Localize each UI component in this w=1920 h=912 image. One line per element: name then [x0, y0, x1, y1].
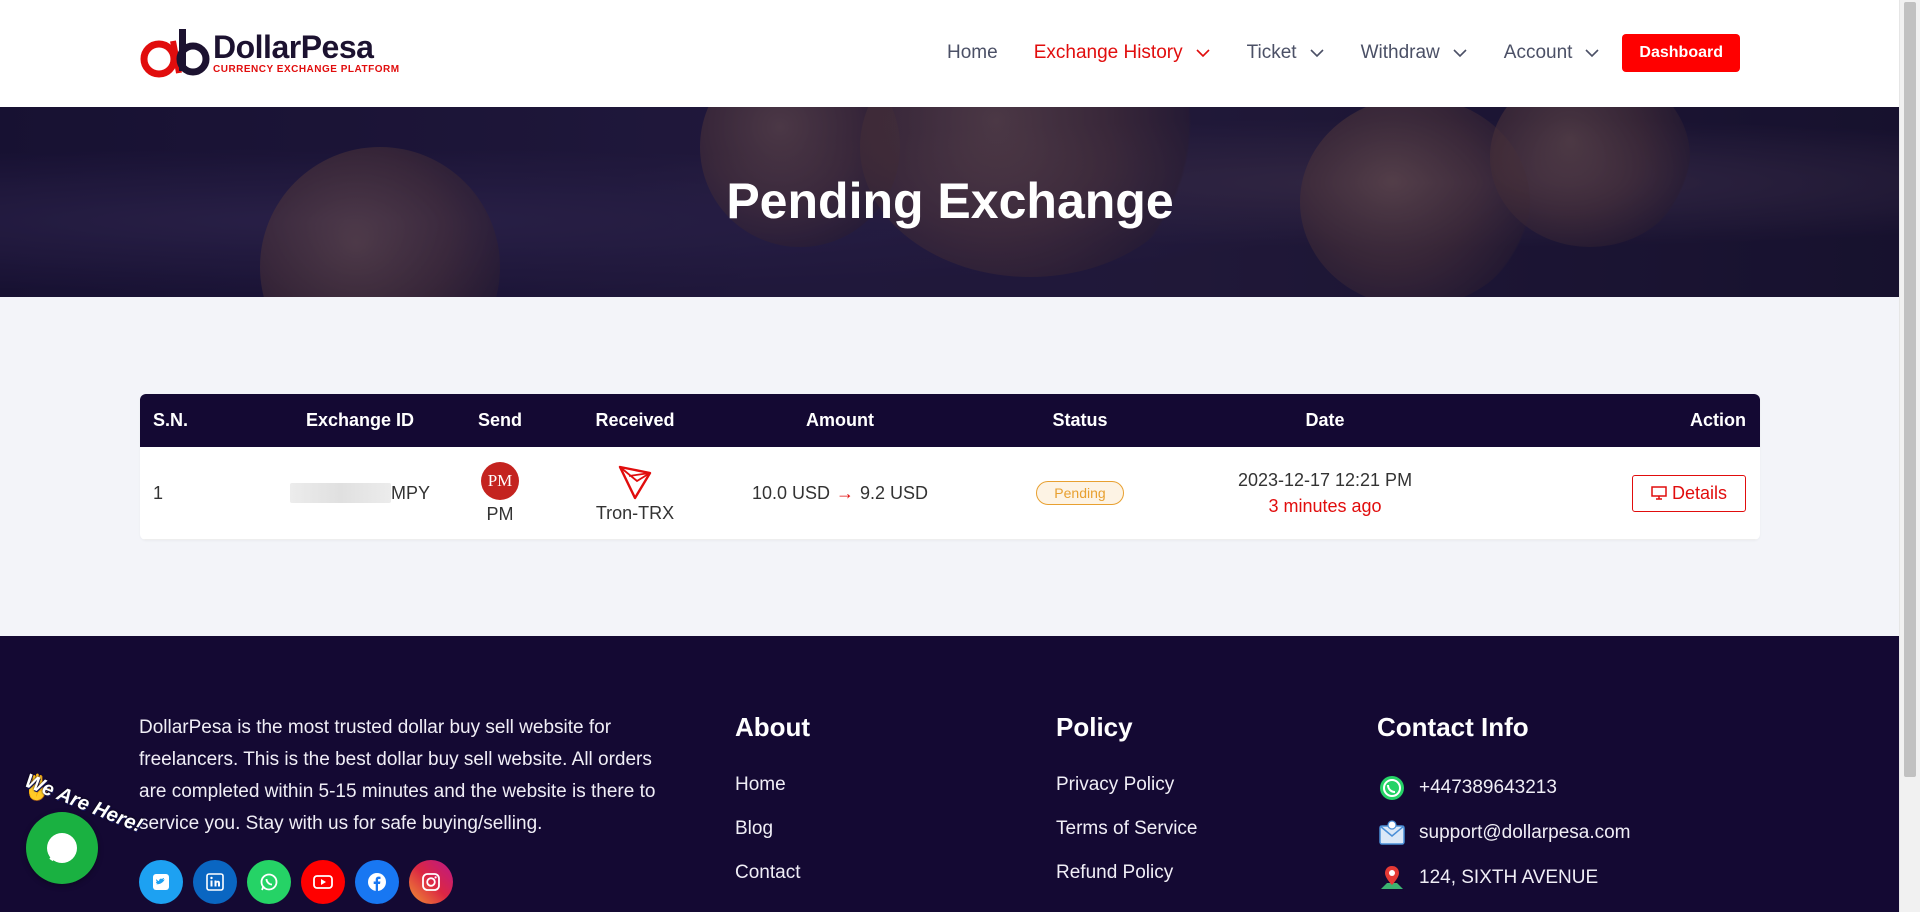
- perfect-money-icon: PM: [481, 461, 519, 500]
- social-links: [139, 860, 463, 904]
- table-row: 1 MPY PM PM Tron-TRX 10.0 USD → 9.2 USD: [140, 447, 1760, 540]
- send-name: PM: [486, 503, 514, 524]
- exchange-id: MPY: [290, 483, 430, 504]
- nav-item-label: Account: [1503, 42, 1573, 63]
- nav-item-ticket[interactable]: Ticket: [1247, 42, 1325, 64]
- column-header: Send: [477, 410, 522, 430]
- dashboard-button[interactable]: Dashboard: [1622, 34, 1740, 72]
- nav-item-withdraw[interactable]: Withdraw: [1361, 42, 1468, 64]
- contact-address-value: 124, SIXTH AVENUE: [1419, 867, 1599, 888]
- column-header: Status: [1052, 410, 1108, 430]
- column-header: Action: [1690, 410, 1746, 430]
- date-cell: 2023-12-17 12:21 PM 3 minutes ago: [1180, 470, 1470, 517]
- nav-item-label: Home: [947, 42, 998, 63]
- redacted-id: [290, 483, 391, 503]
- nav-item-label: Exchange History: [1033, 42, 1183, 63]
- twitter-icon[interactable]: [139, 860, 183, 904]
- amount-send: 10.0 USD: [751, 482, 830, 503]
- chat-bubble-icon: [47, 833, 77, 863]
- contact-email-value: support@dollarpesa.com: [1419, 822, 1631, 843]
- youtube-icon[interactable]: [301, 860, 345, 904]
- exchange-table: S.N. Exchange ID Send Received Amount St…: [140, 394, 1760, 540]
- page-title: Pending Exchange: [726, 173, 1174, 229]
- column-header: Exchange ID: [305, 410, 415, 430]
- column-header: S.N.: [153, 410, 189, 430]
- received-name: Tron-TRX: [595, 502, 675, 523]
- contact-phone-value: +447389643213: [1419, 777, 1557, 798]
- scrollbar-thumb[interactable]: [1904, 2, 1916, 777]
- chevron-down-icon: [1310, 49, 1324, 58]
- monitor-icon: [1651, 486, 1667, 500]
- footer-description: DollarPesa is the most trusted dollar bu…: [139, 717, 656, 834]
- contact-email[interactable]: support@dollarpesa.com: [1377, 818, 1631, 848]
- exchange-id-suffix: MPY: [390, 482, 430, 503]
- instagram-icon[interactable]: [409, 860, 453, 904]
- chat-widget-button[interactable]: [26, 812, 98, 884]
- row-sn: 1: [153, 482, 164, 503]
- whatsapp-icon: [1377, 773, 1407, 803]
- logo-mark-icon: [139, 27, 211, 79]
- mail-icon: [1377, 818, 1407, 848]
- arrow-right-icon: →: [836, 482, 854, 503]
- footer-contact: Contact Info +447389643213 support@dolla…: [1377, 712, 1631, 908]
- main-nav: Home Exchange History Ticket Withdraw Ac…: [911, 34, 1740, 72]
- contact-phone[interactable]: +447389643213: [1377, 773, 1631, 803]
- footer-heading: About: [735, 712, 811, 742]
- status-badge: Pending: [1036, 481, 1124, 505]
- site-footer: DollarPesa is the most trusted dollar bu…: [0, 636, 1900, 912]
- date-value: 2023-12-17 12:21 PM: [1237, 469, 1413, 490]
- details-label: Details: [1671, 482, 1727, 503]
- footer-about: About Home Blog Contact: [735, 712, 810, 905]
- received-method: Tron-TRX: [570, 463, 700, 524]
- nav-item-label: Withdraw: [1360, 42, 1440, 63]
- page-banner: Pending Exchange: [0, 107, 1900, 297]
- page: DollarPesa CURRENCY EXCHANGE PLATFORM Ho…: [0, 0, 1900, 912]
- action-cell: Details: [1470, 474, 1760, 512]
- column-header: Amount: [806, 410, 874, 430]
- column-header: Received: [595, 410, 675, 430]
- relative-time: 3 minutes ago: [1268, 495, 1382, 516]
- brand-name: DollarPesa: [213, 28, 374, 65]
- footer-link-terms[interactable]: Terms of Service: [1056, 817, 1197, 841]
- footer-link-refund[interactable]: Refund Policy: [1056, 861, 1197, 885]
- nav-item-home[interactable]: Home: [947, 42, 998, 64]
- brand-tagline: CURRENCY EXCHANGE PLATFORM: [213, 63, 400, 75]
- chevron-down-icon: [1453, 49, 1467, 58]
- facebook-icon[interactable]: [355, 860, 399, 904]
- footer-heading: Contact Info: [1377, 712, 1529, 742]
- tron-icon: [618, 465, 652, 499]
- amount-receive: 9.2 USD: [860, 482, 929, 503]
- nav-item-exchange-history[interactable]: Exchange History: [1034, 42, 1211, 64]
- details-button[interactable]: Details: [1631, 474, 1746, 512]
- linkedin-icon[interactable]: [193, 860, 237, 904]
- table-header: S.N. Exchange ID Send Received Amount St…: [140, 394, 1760, 447]
- map-pin-icon: [1377, 863, 1407, 893]
- chevron-down-icon: [1585, 49, 1599, 58]
- footer-link-privacy[interactable]: Privacy Policy: [1056, 773, 1197, 797]
- footer-link-contact[interactable]: Contact: [735, 861, 810, 885]
- brand-logo[interactable]: DollarPesa CURRENCY EXCHANGE PLATFORM: [139, 27, 400, 79]
- footer-policy: Policy Privacy Policy Terms of Service R…: [1056, 712, 1197, 905]
- footer-link-blog[interactable]: Blog: [735, 817, 810, 841]
- chevron-down-icon: [1196, 49, 1210, 58]
- vertical-scrollbar[interactable]: [1899, 0, 1920, 912]
- nav-item-account[interactable]: Account: [1504, 42, 1601, 64]
- whatsapp-icon[interactable]: [247, 860, 291, 904]
- column-header: Date: [1305, 410, 1345, 430]
- nav-item-label: Ticket: [1246, 42, 1297, 63]
- site-header: DollarPesa CURRENCY EXCHANGE PLATFORM Ho…: [0, 0, 1900, 108]
- footer-heading: Policy: [1056, 712, 1133, 742]
- amount: 10.0 USD → 9.2 USD: [700, 483, 980, 504]
- status-cell: Pending: [980, 481, 1180, 505]
- contact-address: 124, SIXTH AVENUE: [1377, 863, 1631, 893]
- footer-link-home[interactable]: Home: [735, 773, 810, 797]
- send-method: PM PM: [430, 461, 570, 525]
